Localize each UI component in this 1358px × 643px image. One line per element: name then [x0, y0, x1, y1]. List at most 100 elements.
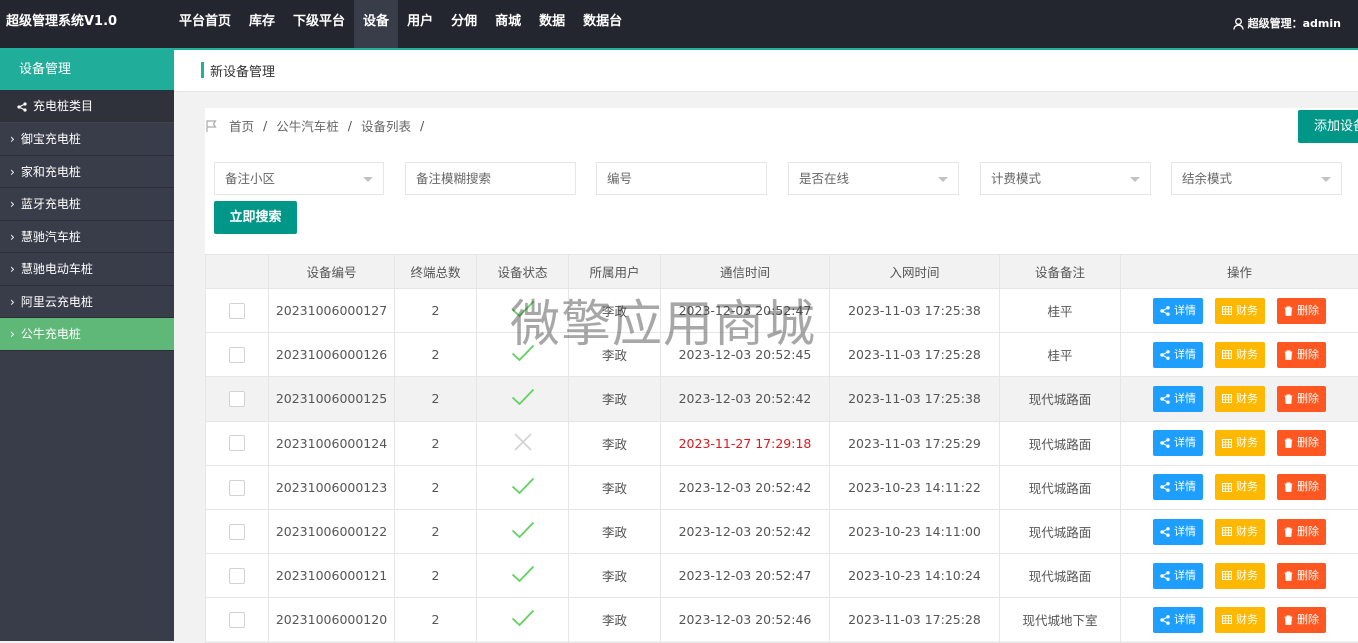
- check-icon: [511, 615, 535, 630]
- row-checkbox[interactable]: [229, 347, 245, 363]
- column-header: 终端总数: [395, 255, 477, 289]
- online-select[interactable]: 是否在线: [788, 162, 959, 195]
- breadcrumb-item-category[interactable]: 公牛汽车桩: [276, 116, 339, 135]
- chevron-right-icon: ›: [10, 286, 15, 318]
- chevron-right-icon: ›: [10, 221, 15, 253]
- detail-button[interactable]: 详情: [1153, 430, 1203, 456]
- sidebar-item[interactable]: ›慧驰电动车桩: [0, 253, 174, 286]
- sidebar-item[interactable]: ›慧驰汽车桩: [0, 221, 174, 254]
- row-checkbox[interactable]: [229, 480, 245, 496]
- user-cell: 李政: [569, 598, 661, 642]
- actions-cell: 详情财务删除: [1121, 377, 1358, 421]
- net-time: 2023-10-23 14:11:22: [848, 480, 981, 495]
- row-checkbox[interactable]: [229, 612, 245, 628]
- comm-time: 2023-12-03 20:52:45: [679, 347, 812, 362]
- top-nav-item[interactable]: 用户: [398, 0, 442, 48]
- comm-time: 2023-12-03 20:52:47: [679, 568, 812, 583]
- row-checkbox[interactable]: [229, 524, 245, 540]
- finance-button[interactable]: 财务: [1215, 298, 1265, 324]
- remark-cell: 桂平: [1000, 289, 1121, 333]
- grid-icon: [1222, 527, 1236, 536]
- sidebar-item[interactable]: ›家和充电桩: [0, 156, 174, 189]
- device-id: 20231006000125: [276, 391, 387, 406]
- net-time: 2023-10-23 14:10:24: [848, 568, 981, 583]
- detail-button[interactable]: 详情: [1153, 563, 1203, 589]
- net-time-cell: 2023-10-23 14:11:00: [830, 509, 1000, 553]
- delete-button[interactable]: 删除: [1277, 386, 1326, 412]
- comm-time: 2023-11-27 17:29:18: [679, 436, 812, 451]
- top-nav-item[interactable]: 数据: [530, 0, 574, 48]
- detail-button[interactable]: 详情: [1153, 298, 1203, 324]
- finance-button[interactable]: 财务: [1215, 386, 1265, 412]
- detail-button[interactable]: 详情: [1153, 519, 1203, 545]
- sidebar-item-label: 阿里云充电桩: [21, 295, 93, 309]
- finance-button[interactable]: 财务: [1215, 342, 1265, 368]
- user-menu[interactable]: 超级管理：admin: [1233, 0, 1341, 48]
- delete-button[interactable]: 删除: [1277, 298, 1326, 324]
- comm-time-cell: 2023-12-03 20:52:47: [661, 289, 830, 333]
- row-checkbox[interactable]: [229, 568, 245, 584]
- search-button[interactable]: 立即搜索: [214, 201, 297, 234]
- row-actions: 详情 财务删除: [1121, 342, 1358, 368]
- delete-button[interactable]: 删除: [1277, 342, 1326, 368]
- sidebar-item[interactable]: › 阿里云充电桩: [0, 286, 174, 319]
- comm-time: 2023-12-03 20:52:47: [679, 303, 812, 318]
- row-actions: 详情财务删除: [1121, 386, 1358, 412]
- finance-button[interactable]: 财务: [1215, 563, 1265, 589]
- user-cell: 李政: [569, 289, 661, 333]
- detail-button[interactable]: 详情: [1153, 386, 1203, 412]
- button-label: 财务: [1236, 430, 1258, 456]
- button-label: 详情: [1174, 386, 1196, 412]
- add-device-button[interactable]: 添加设备: [1298, 110, 1358, 143]
- top-nav-item[interactable]: 数据台: [574, 0, 631, 48]
- delete-button[interactable]: 删除: [1277, 519, 1326, 545]
- delete-button[interactable]: 删除: [1277, 607, 1326, 633]
- top-nav-item[interactable]: 商城: [486, 0, 530, 48]
- breadcrumb-item-home[interactable]: 首页: [229, 116, 254, 135]
- top-nav-item[interactable]: 库存: [240, 0, 284, 48]
- finance-button[interactable]: 财务: [1215, 430, 1265, 456]
- detail-button[interactable]: 详情: [1153, 474, 1203, 500]
- community-select[interactable]: 备注小区: [214, 162, 384, 195]
- table-row: 202310060001232李政2023-12-03 20:52:422023…: [206, 465, 1358, 509]
- top-nav-item[interactable]: 设备: [354, 0, 398, 48]
- column-header: 所属用户: [569, 255, 661, 289]
- cross-icon: [513, 440, 533, 455]
- remark-search-input[interactable]: 备注模糊搜索: [405, 162, 576, 195]
- sidebar-header[interactable]: 设备管理: [0, 50, 174, 90]
- row-checkbox[interactable]: [229, 303, 245, 319]
- billing-mode-select[interactable]: 计费模式: [980, 162, 1151, 195]
- number-placeholder: 编号: [607, 171, 632, 186]
- number-input[interactable]: 编号: [596, 162, 767, 195]
- table-row: 202310060001262李政2023-12-03 20:52:452023…: [206, 333, 1358, 377]
- detail-button[interactable]: 详情: [1153, 607, 1203, 633]
- button-label: 详情: [1174, 342, 1196, 368]
- button-label: 财务: [1236, 342, 1258, 368]
- delete-button[interactable]: 删除: [1277, 563, 1326, 589]
- share-icon: [1160, 571, 1174, 581]
- finance-button[interactable]: 财务: [1215, 474, 1265, 500]
- finance-button[interactable]: 财务: [1215, 519, 1265, 545]
- top-nav-item[interactable]: 下级平台: [284, 0, 354, 48]
- sidebar-item[interactable]: ›蓝牙充电桩: [0, 188, 174, 221]
- top-nav-item[interactable]: 平台首页: [170, 0, 240, 48]
- share-icon: [1160, 527, 1174, 537]
- finance-button[interactable]: 财务: [1215, 607, 1265, 633]
- delete-button[interactable]: 删除: [1277, 430, 1326, 456]
- row-checkbox[interactable]: [229, 435, 245, 451]
- detail-button[interactable]: 详情: [1153, 342, 1203, 368]
- row-checkbox[interactable]: [229, 391, 245, 407]
- net-time: 2023-10-23 14:11:00: [848, 524, 981, 539]
- device-remark: 现代城路面: [1029, 437, 1092, 452]
- breadcrumb-item-current[interactable]: 设备列表: [361, 116, 411, 135]
- sidebar-item[interactable]: ›御宝充电桩: [0, 123, 174, 156]
- sidebar-item[interactable]: ›公牛充电桩: [0, 318, 174, 351]
- top-nav-item[interactable]: 分佣: [442, 0, 486, 48]
- sidebar-category[interactable]: 充电桩类目: [0, 90, 174, 123]
- net-time: 2023-11-03 17:25:28: [848, 347, 981, 362]
- actions-cell: 详情财务删除: [1121, 465, 1358, 509]
- delete-button[interactable]: 删除: [1277, 474, 1326, 500]
- balance-mode-select[interactable]: 结余模式: [1171, 162, 1342, 195]
- check-icon: [511, 571, 535, 586]
- share-icon: [1160, 350, 1174, 360]
